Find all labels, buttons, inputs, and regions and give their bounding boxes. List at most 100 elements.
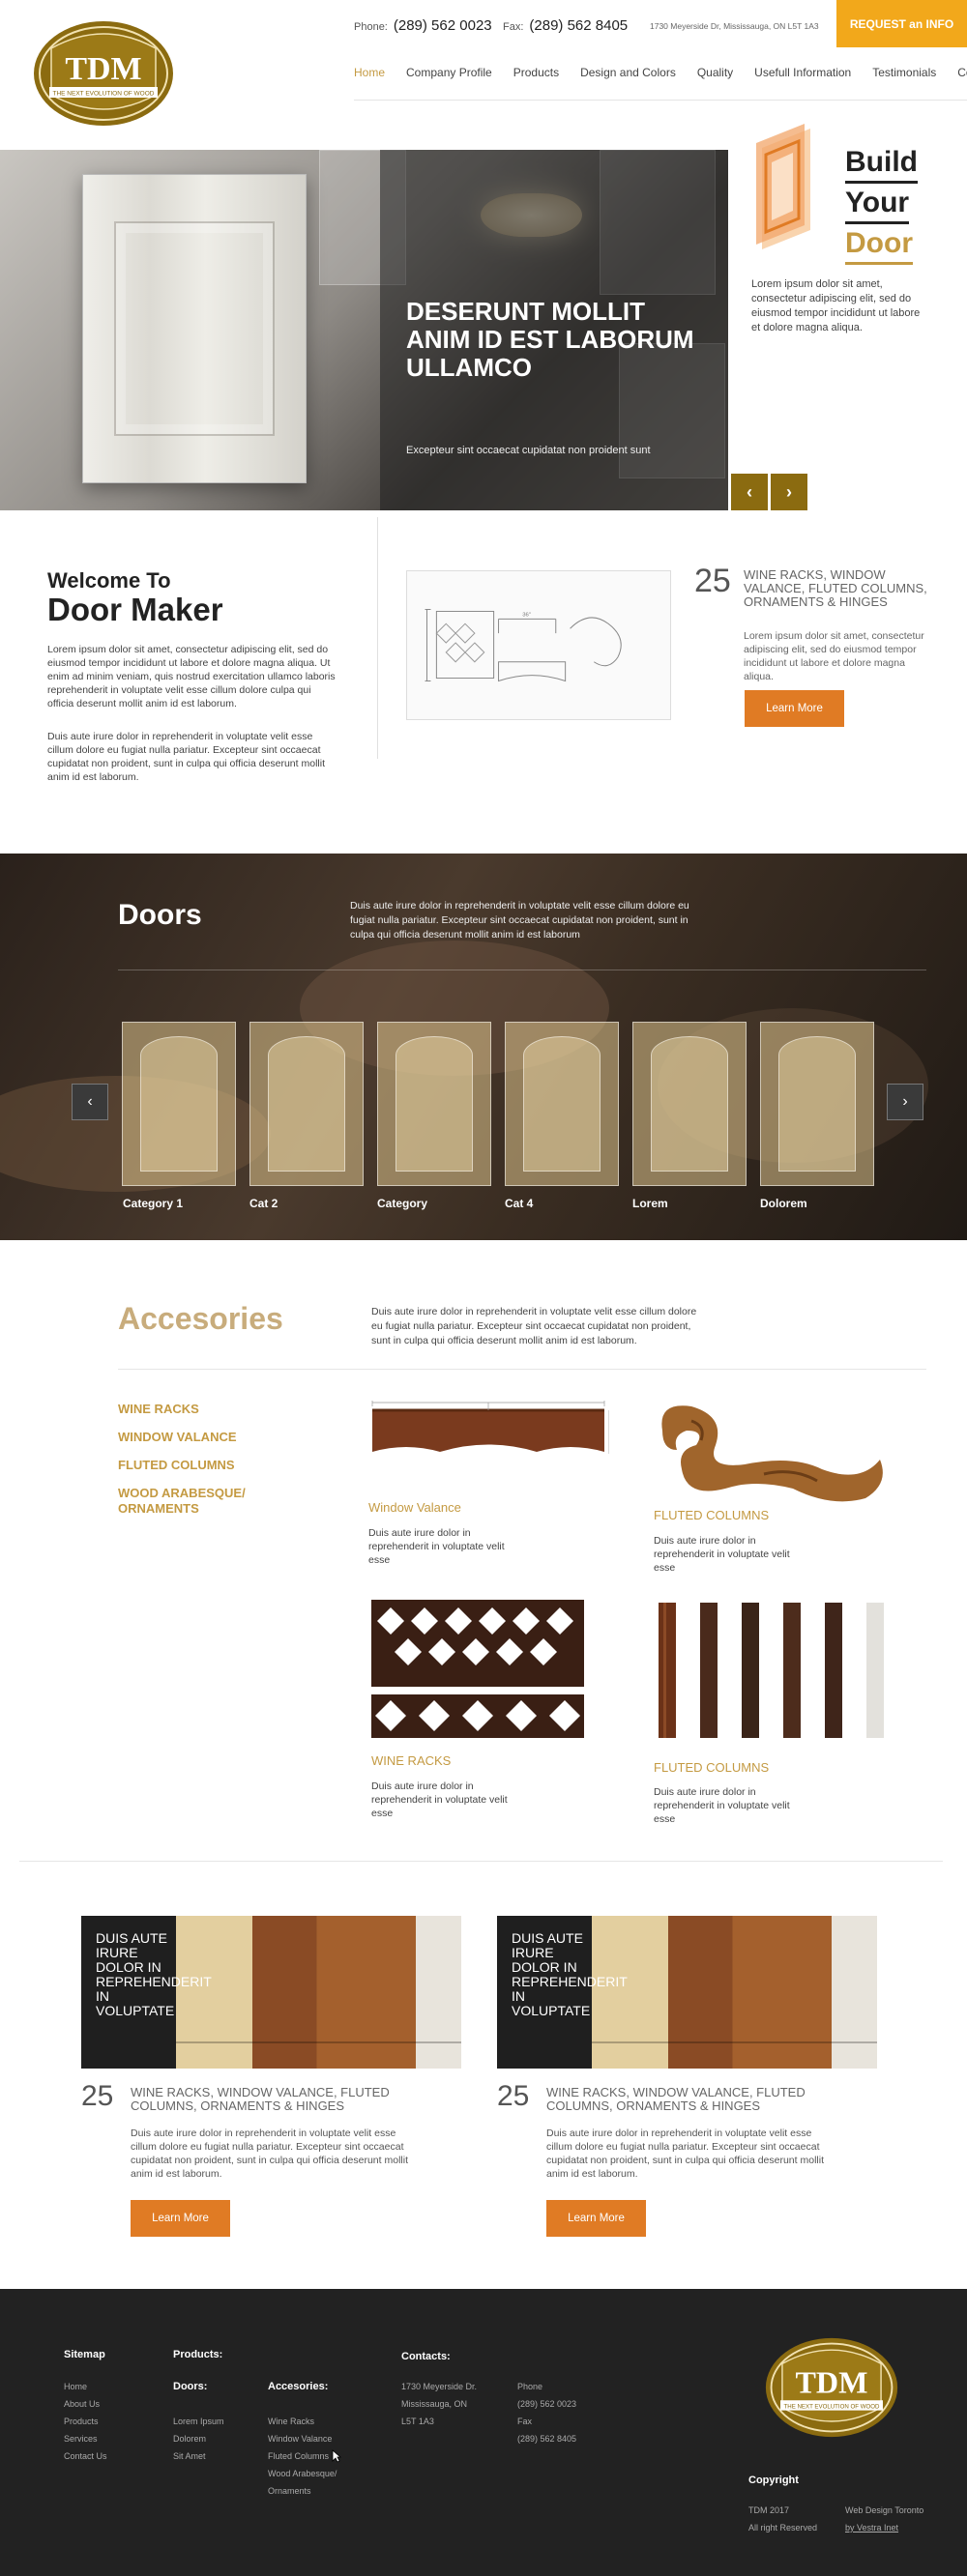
footer-phone[interactable]: (289) 562 0023 (517, 2395, 576, 2413)
door-category-label[interactable]: Cat 4 (505, 1197, 533, 1210)
acc-link-ornaments[interactable]: WOOD ARABESQUE/ ORNAMENTS (118, 1486, 263, 1517)
phone-number[interactable]: (289) 562 0023 (394, 17, 492, 34)
door-category-label[interactable]: Cat 2 (249, 1197, 278, 1210)
footer-link[interactable]: Lorem Ipsum (173, 2413, 224, 2430)
wine-rack-image (371, 1600, 584, 1738)
footer-link[interactable]: Home (64, 2378, 107, 2395)
promo-title: WINE RACKS, WINDOW VALANCE, FLUTED COLUM… (131, 2085, 390, 2113)
footer-link[interactable]: About Us (64, 2395, 107, 2413)
acc-link-wine-racks[interactable]: WINE RACKS (118, 1402, 263, 1417)
doors-title: Doors (118, 899, 202, 931)
accessory-caption: WINE RACKS (371, 1753, 452, 1768)
door-category-label[interactable]: Lorem (632, 1197, 668, 1210)
valance-sketch-image: 36" (406, 570, 671, 720)
promo-learn-more-button[interactable]: Learn More (546, 2200, 646, 2237)
main-nav: Home Company Profile Products Design and… (354, 66, 967, 79)
accessory-text: Duis aute irure dolor in reprehenderit i… (654, 1535, 790, 1574)
feature-title: WINE RACKS, WINDOW VALANCE, FLUTED COLUM… (744, 567, 927, 609)
header-address: 1730 Meyerside Dr, Mississauga, ON L5T 1… (650, 21, 819, 31)
promo-text: Duis aute irure dolor in reprehenderit i… (546, 2127, 824, 2180)
footer-products-title: Products: (173, 2349, 223, 2360)
doors-prev-button[interactable]: ‹ (72, 1084, 108, 1120)
hero-door-image (82, 174, 307, 483)
footer-sitemap-list: Home About Us Products Services Contact … (64, 2378, 107, 2465)
acc-link-fluted-columns[interactable]: FLUTED COLUMNS (118, 1458, 263, 1473)
door-category-label[interactable]: Category 1 (123, 1197, 183, 1210)
footer-address: 1730 Meyerside Dr. Mississauga, ON L5T 1… (401, 2378, 477, 2430)
nav-testimonials[interactable]: Testimonials (872, 66, 936, 79)
fax-number: (289) 562 8405 (529, 17, 629, 34)
build-your-door-heading: Build Your Door (845, 143, 918, 265)
footer-sitemap-title: Sitemap (64, 2349, 105, 2360)
promo-learn-more-button[interactable]: Learn More (131, 2200, 230, 2237)
nav-design-colors[interactable]: Design and Colors (580, 66, 676, 79)
footer-tdm-logo[interactable]: TDM THE NEXT EVOLUTION OF WOOD (764, 2336, 899, 2439)
hero-next-button[interactable]: › (771, 474, 807, 510)
nav-quality[interactable]: Quality (697, 66, 733, 79)
nav-useful-information[interactable]: Usefull Information (754, 66, 851, 79)
door-category-label[interactable]: Category (377, 1197, 427, 1210)
accessories-list: WINE RACKS WINDOW VALANCE FLUTED COLUMNS… (118, 1402, 263, 1529)
footer-address-line: Mississauga, ON (401, 2399, 468, 2409)
door-card[interactable] (760, 1022, 874, 1186)
tdm-logo[interactable]: TDM THE NEXT EVOLUTION OF WOOD (32, 19, 175, 128)
nav-contact-us[interactable]: Contact Us (957, 66, 967, 79)
footer-link[interactable]: Window Valance (268, 2430, 337, 2447)
footer-link[interactable]: Dolorem (173, 2430, 224, 2447)
hero-title: DESERUNT MOLLIT ANIM ID EST LABORUM ULLA… (406, 297, 694, 382)
door-card[interactable] (249, 1022, 364, 1186)
footer-link[interactable]: Wood Arabesque/ (268, 2465, 337, 2482)
nav-company-profile[interactable]: Company Profile (406, 66, 492, 79)
accessories-title: Accesories (118, 1301, 283, 1336)
accessory-caption: Window Valance (368, 1500, 461, 1515)
footer-accessories-list: Wine Racks Window Valance Fluted Columns… (268, 2413, 337, 2500)
credit-line: Web Design Toronto (845, 2505, 924, 2515)
copyright-line: TDM 2017 (748, 2505, 790, 2515)
footer-link[interactable]: Contact Us (64, 2447, 107, 2465)
welcome-heading: Welcome To Door Maker (47, 568, 223, 626)
footer-fax-label: Fax (517, 2417, 533, 2426)
svg-text:THE NEXT EVOLUTION OF WOOD: THE NEXT EVOLUTION OF WOOD (53, 91, 155, 98)
footer-doors-title: Doors: (173, 2381, 208, 2392)
build-line-3: Door (845, 224, 913, 265)
footer-link[interactable]: Fluted Columns (268, 2447, 337, 2465)
feature-number: 25 (694, 563, 731, 599)
door-category-label[interactable]: Dolorem (760, 1197, 807, 1210)
accessories-divider (118, 1369, 926, 1370)
nav-home[interactable]: Home (354, 66, 385, 79)
promo-number: 25 (497, 2080, 530, 2112)
doors-text: Duis aute irure dolor in reprehenderit i… (350, 900, 689, 941)
chevron-right-icon: › (786, 481, 792, 502)
welcome-line-2: Door Maker (47, 592, 223, 627)
door-card[interactable] (505, 1022, 619, 1186)
door-card[interactable] (122, 1022, 236, 1186)
phone-info: Phone: (289) 562 0023 (354, 17, 492, 34)
footer-link[interactable]: Ornaments (268, 2482, 337, 2500)
credit-link[interactable]: by Vestra Inet (845, 2519, 923, 2536)
promo-title: WINE RACKS, WINDOW VALANCE, FLUTED COLUM… (546, 2085, 806, 2113)
chevron-left-icon: ‹ (87, 1093, 93, 1110)
footer-link[interactable]: Products (64, 2413, 107, 2430)
promo-overlay-text: DUIS AUTE IRURE DOLOR IN REPREHENDERIT I… (96, 1930, 212, 2018)
feature-text: Lorem ipsum dolor sit amet, consectetur … (744, 630, 924, 682)
learn-more-button[interactable]: Learn More (745, 690, 844, 727)
acc-link-window-valance[interactable]: WINDOW VALANCE (118, 1430, 263, 1445)
svg-text:TDM: TDM (65, 51, 141, 87)
hero-subtitle: Excepteur sint occaecat cupidatat non pr… (406, 445, 651, 456)
fax-label: Fax: (503, 21, 524, 33)
door-card[interactable] (377, 1022, 491, 1186)
footer-address-line: 1730 Meyerside Dr. (401, 2382, 478, 2391)
request-info-button[interactable]: REQUEST an INFO (836, 0, 967, 47)
nav-products[interactable]: Products (513, 66, 559, 79)
door-card[interactable] (632, 1022, 747, 1186)
hero-prev-button[interactable]: ‹ (731, 474, 768, 510)
footer-address-line: L5T 1A3 (401, 2417, 434, 2426)
accessory-caption: FLUTED COLUMNS (654, 1760, 770, 1775)
footer-link[interactable]: Wine Racks (268, 2413, 337, 2430)
footer-link[interactable]: Sit Amet (173, 2447, 224, 2465)
doors-next-button[interactable]: › (887, 1084, 923, 1120)
build-line-2: Your (845, 184, 910, 224)
footer-copyright: TDM 2017 All right Reserved (748, 2502, 817, 2536)
footer-link[interactable]: Services (64, 2430, 107, 2447)
promo-number: 25 (81, 2080, 114, 2112)
